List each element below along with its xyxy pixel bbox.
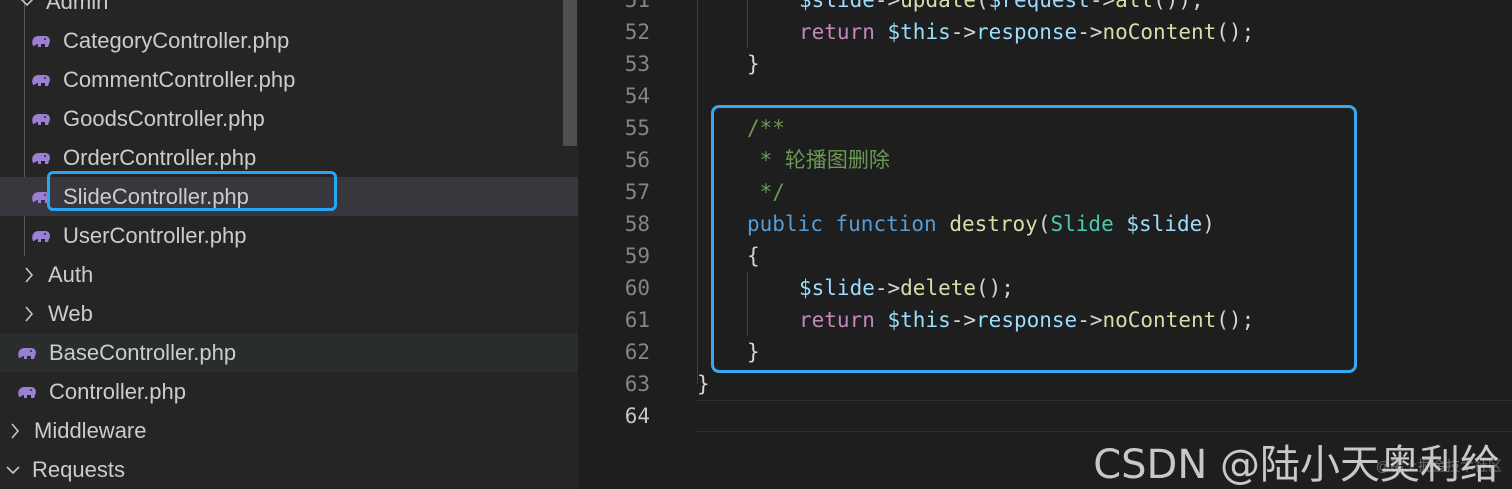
line-number: 52 <box>624 20 650 44</box>
code-token: -> <box>874 0 901 12</box>
tree-file-label: GoodsController.php <box>63 105 265 131</box>
tree-file-label: CategoryController.php <box>63 27 290 53</box>
code-token: ( <box>976 0 989 12</box>
current-line-highlight <box>696 400 1512 432</box>
line-number: 61 <box>624 308 650 332</box>
php-elephant-icon <box>30 226 54 246</box>
line-number: 57 <box>624 180 650 204</box>
tree-folder-label: Requests <box>32 456 125 482</box>
tree-file-label: OrderController.php <box>63 144 257 170</box>
line-number: 58 <box>624 212 650 236</box>
code-token: all <box>1115 0 1154 12</box>
code-token: ()); <box>1153 0 1204 12</box>
code-token: update <box>900 0 977 12</box>
php-elephant-icon <box>16 382 40 402</box>
chevron-down-icon <box>20 0 34 12</box>
line-number: 56 <box>624 148 650 172</box>
indent-guide <box>747 0 748 48</box>
code-token: -> <box>1089 0 1116 12</box>
tree-folder-label: Web <box>48 300 93 326</box>
code-line: return $this->response->noContent(); <box>799 16 1254 48</box>
code-token: (); <box>1216 20 1255 44</box>
code-token: $request <box>988 0 1090 12</box>
tree-file-category-controller[interactable]: CategoryController.php <box>0 21 578 60</box>
code-token: -> <box>1077 20 1103 44</box>
line-number: 51 <box>624 0 650 12</box>
php-elephant-icon <box>16 343 40 363</box>
line-number: 59 <box>624 244 650 268</box>
watermark: CSDN @陆小天奥利给 <box>1093 442 1500 488</box>
code-token: response <box>976 20 1078 44</box>
code-token: return <box>799 20 875 44</box>
tree-folder-label: Admin <box>46 0 109 14</box>
line-number: 54 <box>624 84 650 108</box>
tree-file-comment-controller[interactable]: CommentController.php <box>0 60 578 99</box>
file-explorer: Admin CategoryController.php CommentCont… <box>0 0 578 489</box>
code-token: -> <box>950 20 977 44</box>
line-number: 60 <box>624 276 650 300</box>
tree-file-user-controller[interactable]: UserController.php <box>0 216 578 255</box>
tree-file-controller[interactable]: Controller.php <box>0 372 578 411</box>
php-elephant-icon <box>30 109 54 129</box>
explorer-scrollbar[interactable] <box>563 0 577 146</box>
code-line: $slide->update($request->all()); <box>799 0 1204 16</box>
line-number: 62 <box>624 340 650 364</box>
chevron-down-icon <box>6 460 20 480</box>
php-elephant-icon <box>30 148 54 168</box>
line-number-active: 64 <box>624 404 650 428</box>
selection-highlight-box <box>47 171 337 211</box>
code-token: $slide <box>799 0 875 12</box>
chevron-right-icon <box>22 304 36 324</box>
tree-folder-requests[interactable]: Requests <box>0 450 578 489</box>
code-editor[interactable]: 51 52 53 54 55 56 57 58 59 60 61 62 63 6… <box>578 0 1512 489</box>
code-line: } <box>697 372 710 396</box>
tree-folder-middleware[interactable]: Middleware <box>0 411 578 450</box>
tree-file-label: CommentController.php <box>63 66 296 92</box>
tree-folder-web[interactable]: Web <box>0 294 578 333</box>
tree-file-goods-controller[interactable]: GoodsController.php <box>0 99 578 138</box>
code-token: noContent <box>1102 20 1217 44</box>
tree-folder-label: Auth <box>48 261 94 287</box>
tree-file-label: UserController.php <box>63 222 247 248</box>
php-elephant-icon <box>30 31 54 51</box>
indent-guide <box>697 0 698 384</box>
tree-folder-auth[interactable]: Auth <box>0 255 578 294</box>
chevron-right-icon <box>22 265 36 285</box>
tree-folder-label: Middleware <box>34 417 147 443</box>
php-elephant-icon <box>30 70 54 90</box>
code-token: $this <box>887 20 951 44</box>
line-number: 55 <box>624 116 650 140</box>
line-number: 53 <box>624 52 650 76</box>
line-number: 63 <box>624 372 650 396</box>
tree-file-base-controller[interactable]: BaseController.php <box>0 333 578 372</box>
code-line: } <box>747 52 760 76</box>
tree-folder-admin[interactable]: Admin <box>0 0 578 21</box>
tree-file-label: BaseController.php <box>49 339 237 365</box>
chevron-right-icon <box>8 421 22 441</box>
tree-file-label: Controller.php <box>49 378 186 404</box>
code-highlight-box <box>711 105 1357 373</box>
